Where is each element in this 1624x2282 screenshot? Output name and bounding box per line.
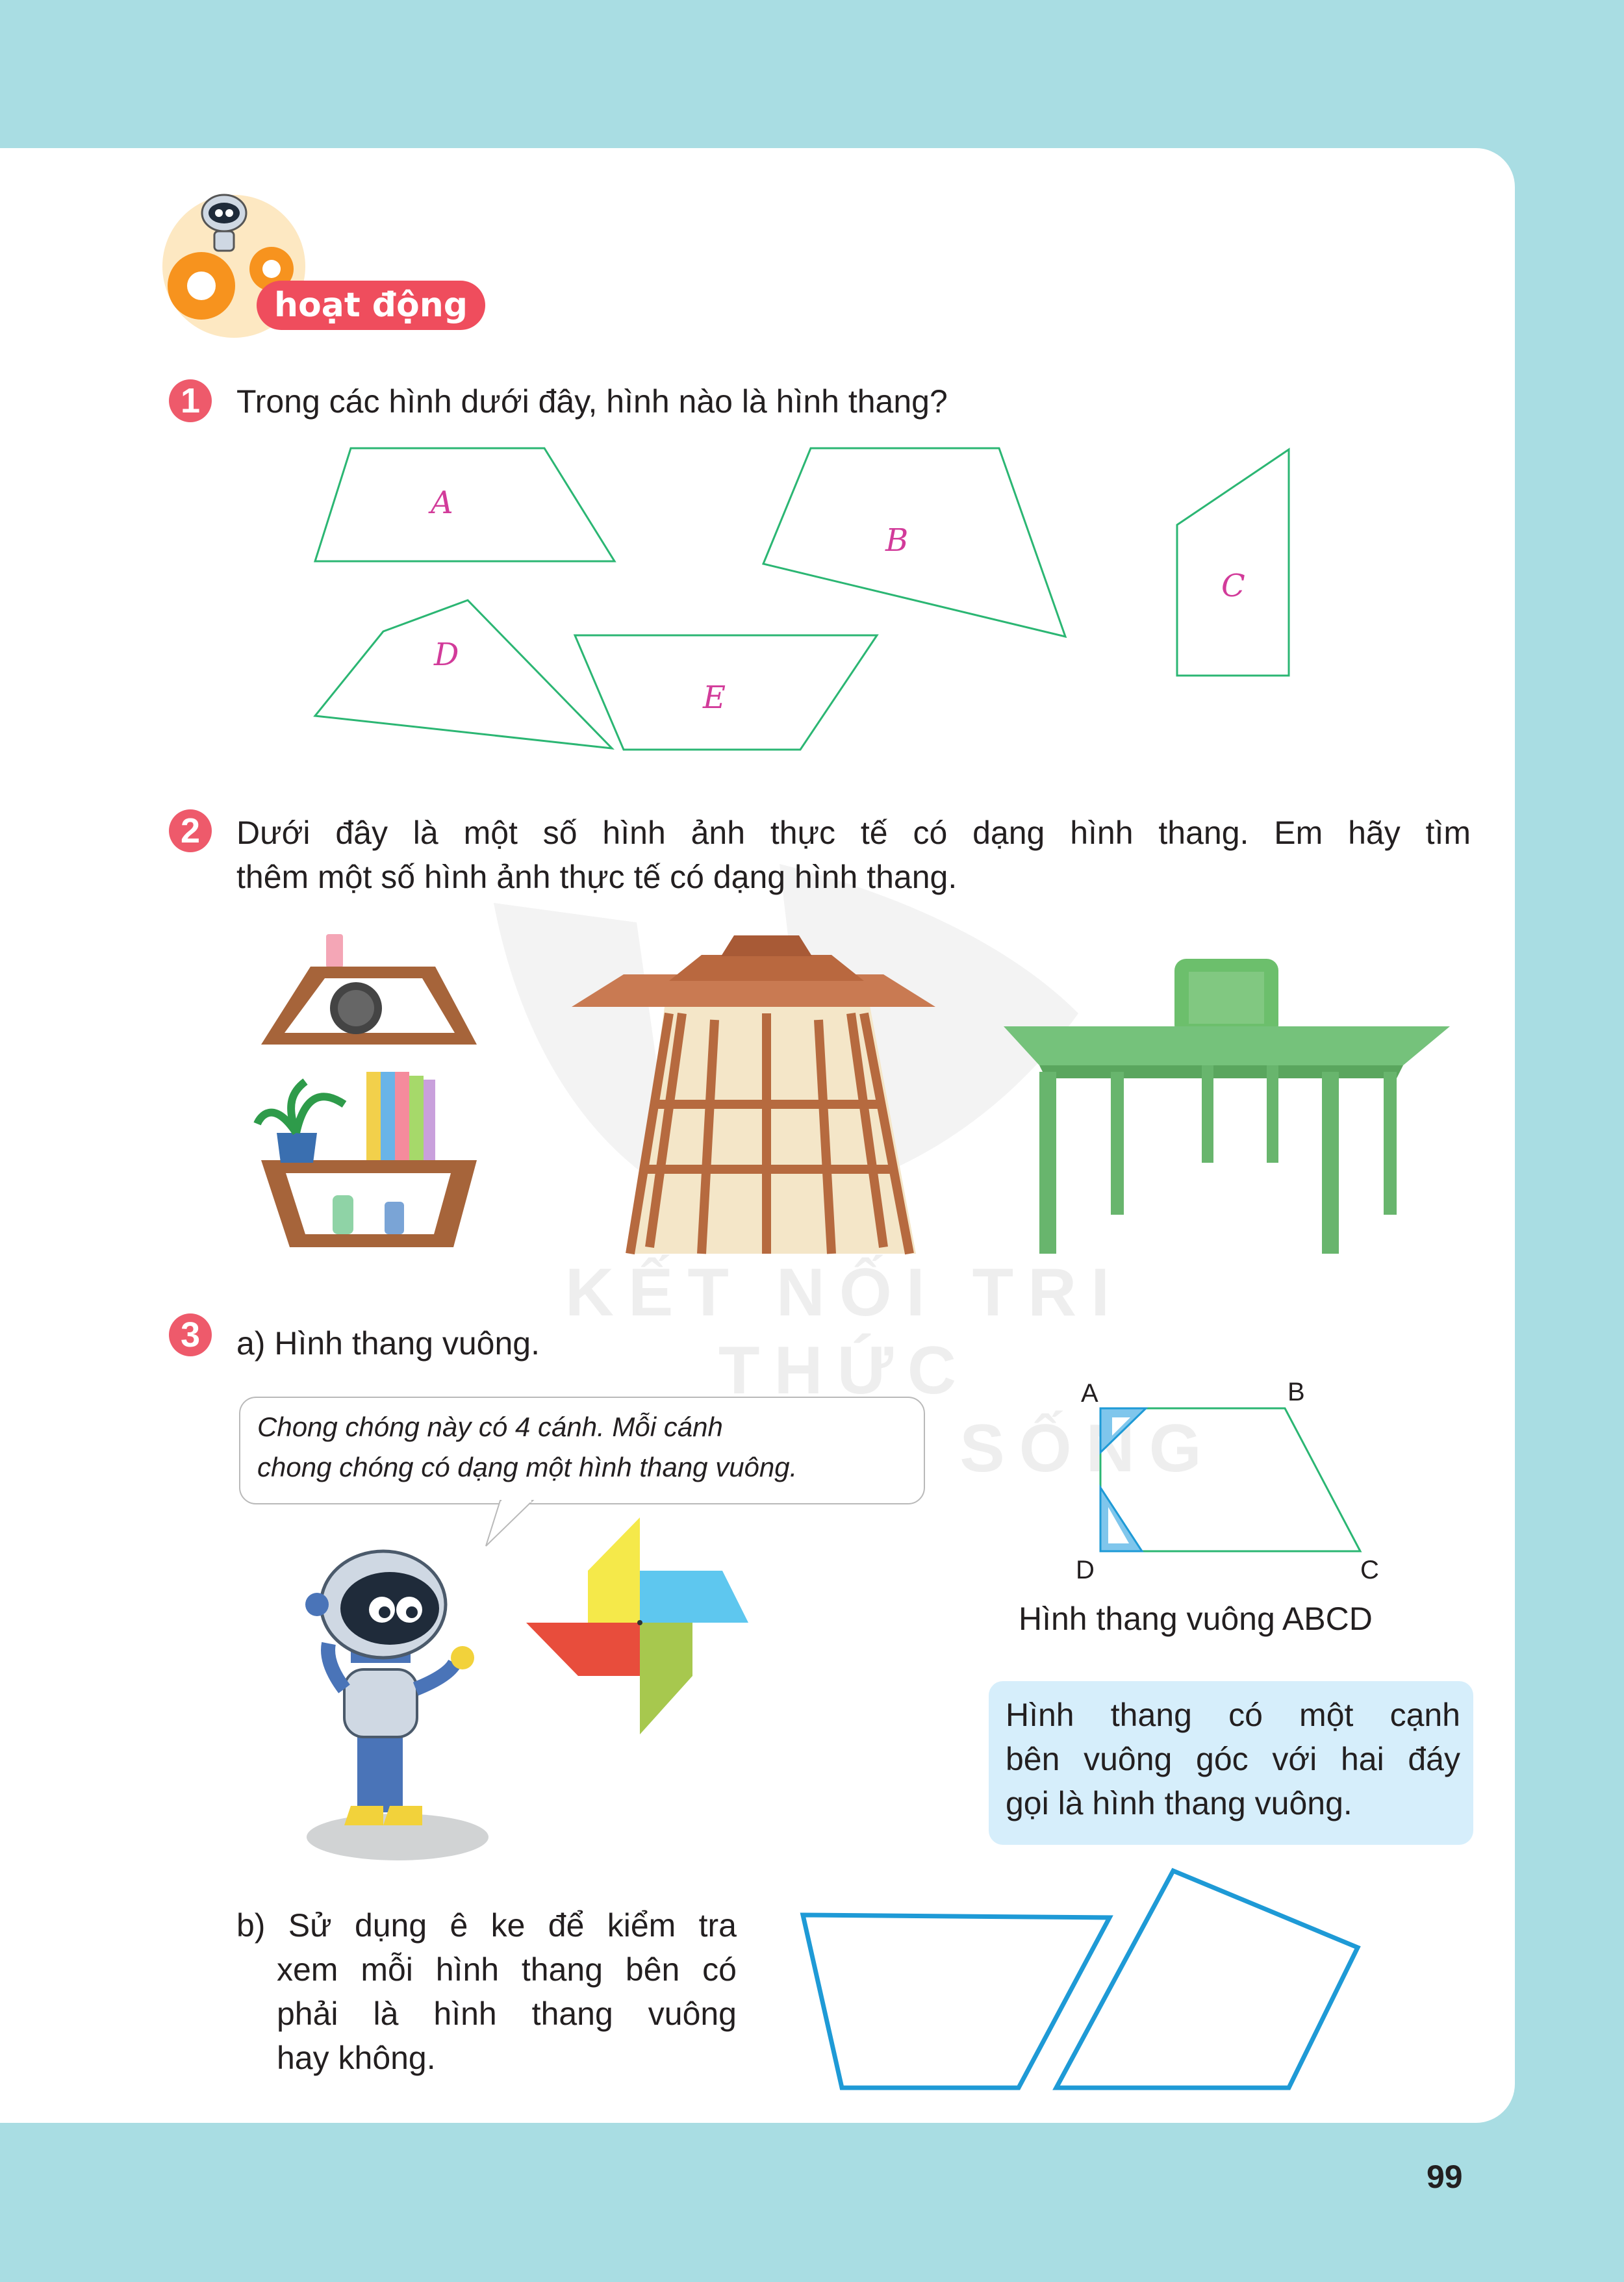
vertex-b-label: B (1288, 1378, 1305, 1406)
pinwheel-illustration (526, 1517, 748, 1734)
blue-trapezoid-1 (800, 1912, 1113, 2090)
definition-line-2: bên vuông góc với hai đáy (1006, 1741, 1460, 1777)
question-3-part-b: b) Sử dụng ê ke để kiểm tra xem mỗi hình… (236, 1903, 737, 2080)
part-b-line-4: hay không. (277, 2040, 436, 2076)
page-number: 99 (1427, 2159, 1463, 2195)
vertex-a-label: A (1081, 1379, 1098, 1408)
set-square-icon (1099, 1407, 1148, 1455)
blue-trapezoid-2 (1052, 1868, 1361, 2090)
robot-mascot-icon (305, 1549, 488, 1860)
vertex-c-label: C (1360, 1556, 1379, 1584)
part-b-line-2: xem mỗi hình thang bên có (277, 1951, 737, 1988)
definition-line-1: Hình thang có một cạnh (1006, 1697, 1460, 1733)
part-b-line-1: b) Sử dụng ê ke để kiểm tra (236, 1907, 737, 1944)
definition-line-3: gọi là hình thang vuông. (1006, 1785, 1352, 1821)
part-b-trapezoids (800, 1868, 1361, 2090)
definition-note: Hình thang có một cạnh bên vuông góc với… (989, 1681, 1473, 1845)
trapezoid-caption: Hình thang vuông ABCD (1019, 1601, 1373, 1637)
part-b-line-3: phải là hình thang vuông (277, 1996, 737, 2032)
right-trapezoid-abcd: A B C D (1076, 1378, 1379, 1584)
definition-text: Hình thang có một cạnh bên vuông góc với… (1006, 1693, 1460, 1825)
vertex-d-label: D (1076, 1556, 1095, 1584)
